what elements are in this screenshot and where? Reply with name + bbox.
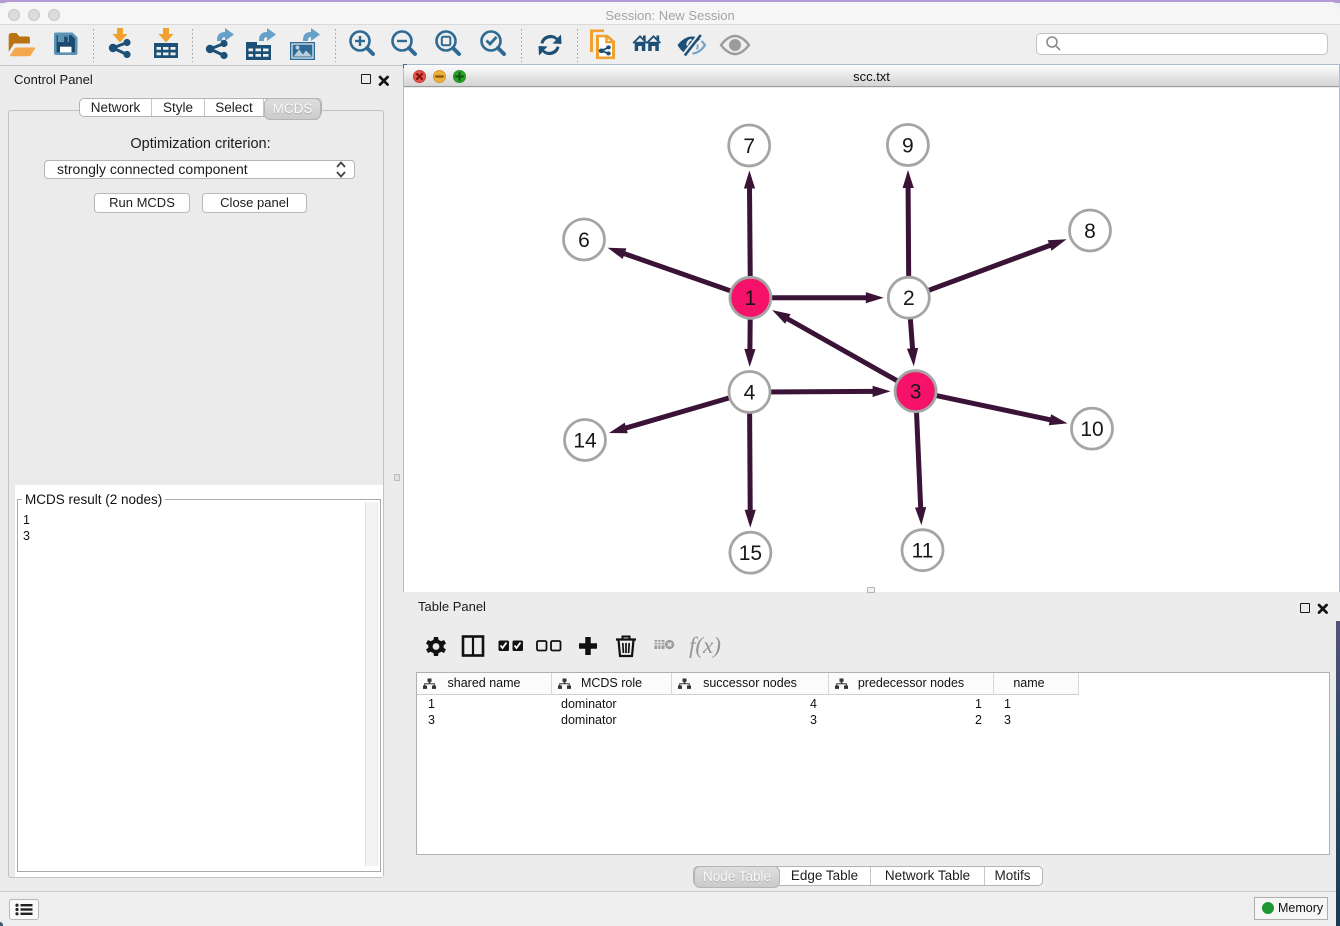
svg-text:9: 9 [902, 134, 914, 157]
svg-text:3: 3 [910, 381, 922, 404]
svg-text:15: 15 [739, 542, 762, 565]
svg-text:8: 8 [1084, 220, 1096, 243]
svg-text:1: 1 [745, 287, 757, 310]
svg-text:7: 7 [743, 135, 755, 158]
svg-text:11: 11 [912, 540, 934, 563]
svg-text:10: 10 [1080, 418, 1103, 441]
svg-text:4: 4 [744, 381, 756, 404]
svg-text:f(x): f(x) [689, 633, 721, 658]
svg-text:6: 6 [578, 229, 590, 252]
svg-text:2: 2 [903, 287, 915, 310]
svg-text:14: 14 [573, 429, 597, 452]
